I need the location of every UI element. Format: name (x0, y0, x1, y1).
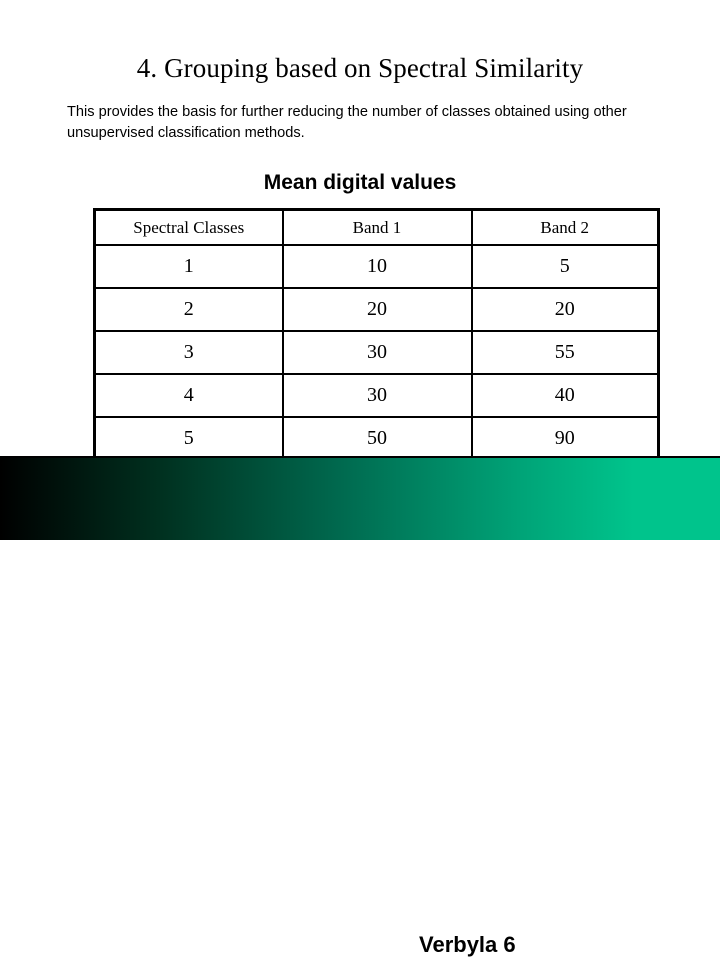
column-header-spectral-classes: Spectral Classes (94, 209, 284, 246)
table-row: 1 10 5 (94, 245, 659, 289)
mean-digital-values-table: Spectral Classes Band 1 Band 2 1 10 5 2 … (93, 208, 660, 462)
table-body: 1 10 5 2 20 20 3 30 55 4 30 40 5 50 90 (94, 245, 659, 461)
cell-band-1: 50 (282, 417, 473, 461)
cell-band-2: 40 (471, 374, 659, 418)
column-header-band-1: Band 1 (282, 209, 473, 246)
table-row: 5 50 90 (94, 417, 659, 461)
cell-band-2: 90 (554, 427, 575, 449)
table-header-row: Spectral Classes Band 1 Band 2 (94, 209, 659, 246)
cell-band-2: 5 (471, 245, 659, 289)
footer-attribution: Verbyla 6 (419, 932, 516, 957)
table-caption: Mean digital values (263, 171, 457, 194)
slide-canvas: 4. Grouping based on Spectral Similarity… (0, 0, 720, 957)
table-row: 4 30 40 (94, 374, 659, 418)
cell-spectral-class: 2 (94, 288, 284, 332)
body-paragraph: This provides the basis for further redu… (67, 104, 627, 141)
cell-band-1: 20 (282, 288, 473, 332)
cell-spectral-class: 4 (94, 374, 284, 418)
cell-spectral-class: 5 (94, 417, 284, 461)
footer-gradient-bar: Verbyla 6 (0, 456, 720, 957)
cell-band-1: 30 (282, 331, 473, 375)
cell-band-1: 10 (282, 245, 473, 289)
cell-spectral-class: 1 (94, 245, 284, 289)
table-row: 2 20 20 (94, 288, 659, 332)
cell-band-2: 20 (471, 288, 659, 332)
cell-band-2: 55 (471, 331, 659, 375)
table-container: Spectral Classes Band 1 Band 2 1 10 5 2 … (93, 208, 660, 462)
cell-spectral-class: 3 (94, 331, 284, 375)
cell-band-1: 30 (282, 374, 473, 418)
table-header: Spectral Classes Band 1 Band 2 (94, 209, 659, 246)
table-row: 3 30 55 (94, 331, 659, 375)
page-title: 4. Grouping based on Spectral Similarity (136, 53, 584, 83)
column-header-band-2: Band 2 (471, 209, 659, 246)
